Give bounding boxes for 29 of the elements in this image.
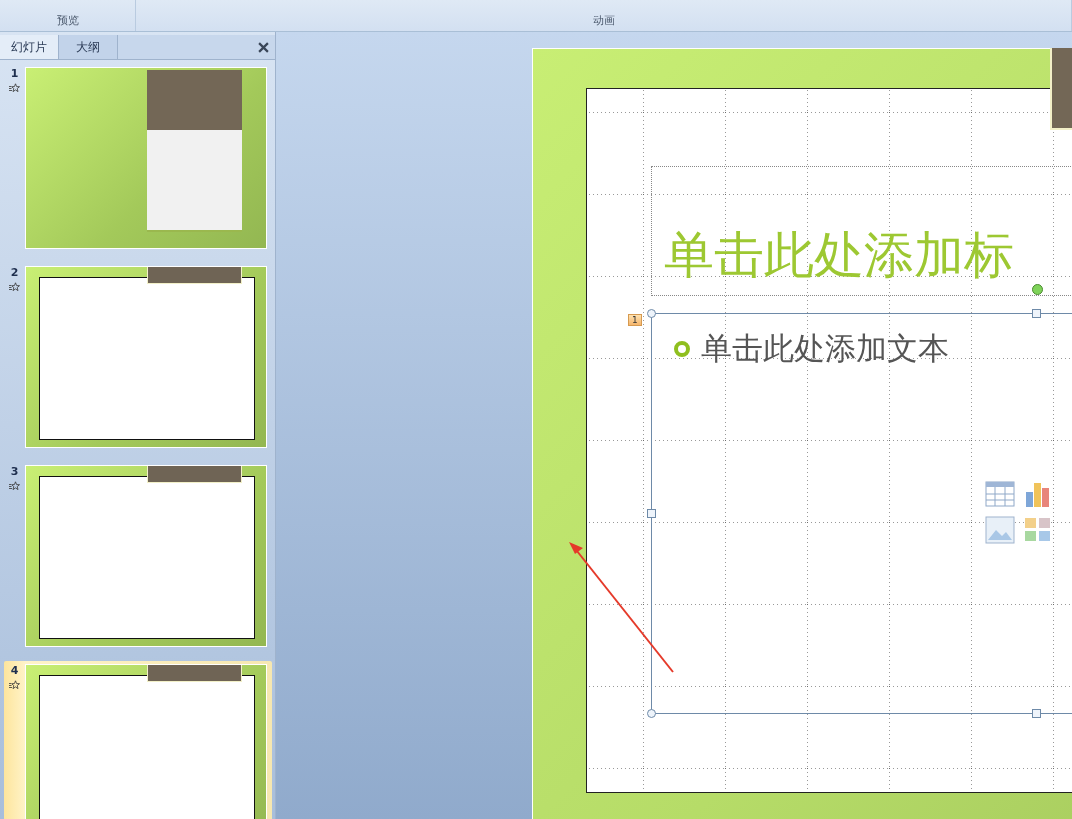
star-icon: [9, 83, 20, 93]
resize-handle[interactable]: [1032, 709, 1041, 718]
slide-list-item[interactable]: 3: [4, 462, 272, 650]
star-icon: [9, 680, 20, 690]
slide-number: 1: [10, 67, 19, 80]
slide-number: 3: [10, 465, 19, 478]
smartart-icon[interactable]: [1023, 516, 1053, 544]
star-icon: [9, 481, 20, 491]
body-placeholder-text: 单击此处添加文本: [701, 329, 949, 368]
star-icon: [9, 282, 20, 292]
ribbon-group-label: 预览: [56, 13, 79, 28]
resize-handle[interactable]: [647, 709, 656, 718]
table-icon[interactable]: [985, 480, 1015, 508]
ribbon-group-label: 动画: [592, 13, 615, 28]
resize-handle[interactable]: [647, 309, 656, 318]
slide-number: 4: [10, 664, 19, 677]
panel-tab[interactable]: 大纲: [59, 35, 118, 59]
close-icon[interactable]: [258, 41, 269, 53]
rotate-handle[interactable]: [1032, 284, 1043, 295]
resize-handle[interactable]: [647, 509, 656, 518]
resize-handle[interactable]: [1032, 309, 1041, 318]
slide-list-item[interactable]: 2: [4, 263, 272, 451]
slide-number: 2: [10, 266, 19, 279]
title-placeholder-text: 单击此处添加标: [664, 226, 1014, 284]
slide-list-item[interactable]: 1: [4, 64, 272, 252]
slide-list-item[interactable]: 4: [4, 661, 272, 819]
panel-tab[interactable]: 幻灯片: [0, 35, 59, 59]
bullet-icon: [673, 340, 691, 358]
animation-tag[interactable]: 1: [628, 314, 642, 326]
